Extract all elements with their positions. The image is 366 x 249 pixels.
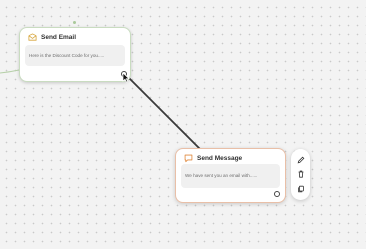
node-body-text[interactable]: We have sent you an email with...... xyxy=(181,164,280,188)
edge-left-stub xyxy=(0,69,20,74)
send-email-node[interactable]: Send Email Here is the Discount Code for… xyxy=(19,27,131,82)
connection-edge[interactable] xyxy=(125,74,205,154)
node-title: Send Message xyxy=(197,155,243,162)
send-message-node[interactable]: Send Message We have sent you an email w… xyxy=(175,148,286,203)
source-handle[interactable] xyxy=(274,191,280,197)
source-handle[interactable] xyxy=(121,71,127,77)
node-body-text[interactable]: Here is the Discount Code for you..... xyxy=(25,45,125,66)
node-toolbar xyxy=(291,149,310,200)
pencil-icon xyxy=(297,156,304,164)
trash-icon xyxy=(298,171,303,179)
chat-bubble-icon xyxy=(184,154,193,163)
flow-canvas[interactable]: Send Email Here is the Discount Code for… xyxy=(0,0,366,249)
edit-button[interactable] xyxy=(295,155,306,166)
node-header: Send Message xyxy=(184,154,242,163)
top-handle-dot xyxy=(73,21,76,24)
copy-icon xyxy=(297,185,304,193)
node-title: Send Email xyxy=(41,34,77,41)
delete-button[interactable] xyxy=(295,169,306,180)
duplicate-button[interactable] xyxy=(295,183,306,194)
email-node-icon xyxy=(28,33,37,41)
node-header: Send Email xyxy=(28,33,76,42)
